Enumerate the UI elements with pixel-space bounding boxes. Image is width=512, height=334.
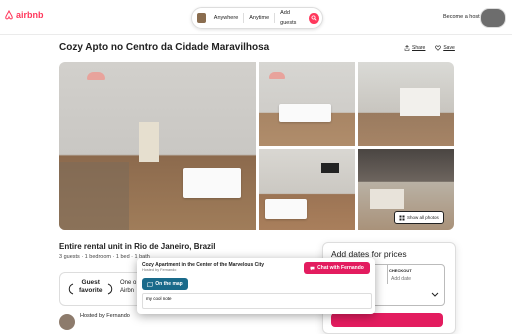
main-photo[interactable] [59,62,256,230]
search-bar[interactable]: Anywhere Anytime Add guests [191,7,323,29]
note-textarea[interactable]: my cool note [142,293,372,309]
guest-favorite-line-2: favorite [79,287,103,294]
search-anywhere[interactable]: Anywhere [209,13,245,23]
checkout-date-input[interactable]: Add date [391,276,411,282]
save-button[interactable]: Save [435,45,455,51]
checkout-label: CHECKOUT [389,268,412,273]
guest-favorite-desc-line-2: Airbn [120,288,135,294]
airbnb-logo[interactable]: airbnb [4,10,44,20]
search-icon [311,15,317,21]
share-icon [404,45,410,51]
check-availability-button[interactable] [331,313,443,327]
kitchen-counter [400,88,440,116]
search-thumbnail [197,13,206,23]
listing-title: Cozy Apto no Centro da Cidade Maravilhos… [59,42,270,53]
map-icon [147,281,154,287]
photo-bedroom-1[interactable] [259,62,355,146]
popup-subtitle: Hosted by Fernando [142,268,177,272]
hosted-by-label: Hosted by Fernando [80,313,130,319]
logo-text: airbnb [16,10,44,20]
guest-favorite-desc-line-1: One o [120,280,137,286]
pendant-lamp [87,72,105,80]
laurel-left-icon [66,282,76,300]
appliance [370,189,404,209]
grid-icon [399,215,405,220]
laurel-right-icon [105,282,115,300]
bed [279,104,331,122]
search-anytime[interactable]: Anytime [244,13,276,23]
save-label: Save [443,45,455,51]
bed [183,168,241,198]
photo-kitchen[interactable] [358,62,454,146]
guest-favorite-label: Guest favorite [79,279,102,295]
search-button[interactable] [309,12,320,24]
guest-favorite-line-1: Guest [81,279,100,286]
heart-icon [435,45,442,51]
search-add-guests[interactable]: Add guests [275,8,309,28]
guest-favorite-description: One o Airbn [120,279,136,295]
photo-bedroom-2[interactable] [259,149,355,230]
date-divider [387,264,388,284]
listing-actions: Share Save [404,45,455,51]
bed [265,199,307,219]
show-all-photos-button[interactable]: Show all photos [394,211,444,224]
user-menu-avatar[interactable] [480,8,506,28]
become-host-link[interactable]: Become a host [443,14,480,20]
airbnb-logo-icon [5,10,13,20]
wall-art [139,122,159,162]
host-avatar[interactable] [59,314,75,330]
share-button[interactable]: Share [404,45,425,51]
tv [321,163,339,173]
counter [59,162,129,230]
listing-details: 3 guests · 1 bedroom · 1 bed · 1 bath [59,254,150,260]
show-all-photos-label: Show all photos [407,215,439,220]
share-label: Share [412,45,426,51]
chat-button-label: Chat with Fernando [317,265,364,271]
map-button-label: On the map [155,281,183,287]
chat-with-host-button[interactable]: Chat with Fernando [304,262,370,274]
pendant-lamp [269,72,285,79]
chat-icon [310,266,315,270]
listing-subtitle: Entire rental unit in Rio de Janeiro, Br… [59,242,216,251]
on-the-map-button[interactable]: On the map [142,278,188,290]
chevron-down-icon[interactable] [431,292,439,300]
